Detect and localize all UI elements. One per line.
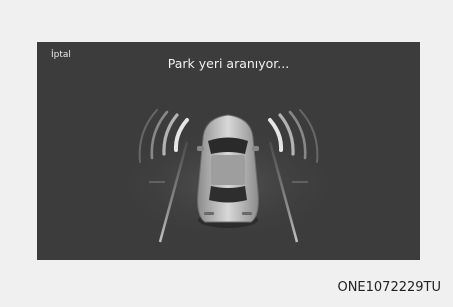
display-screen: İptal Park yeri aranıyor... — [37, 42, 420, 260]
parking-search-illustration — [108, 109, 348, 243]
car-icon — [197, 114, 259, 228]
image-code-caption: ONE1072229TU — [337, 280, 441, 295]
